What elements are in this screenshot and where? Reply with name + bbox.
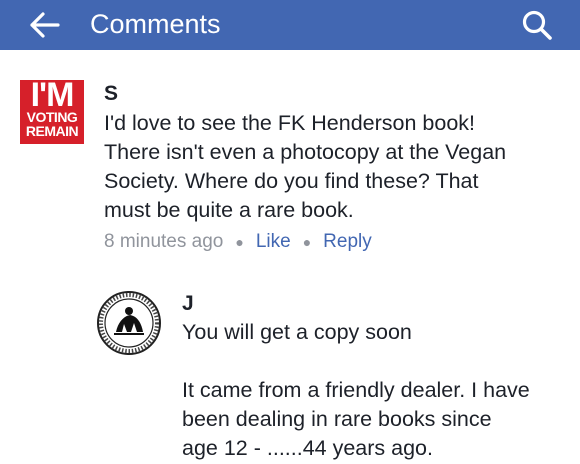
- separator-dot: ●: [302, 234, 312, 250]
- like-button[interactable]: Like: [256, 231, 291, 252]
- reply-button[interactable]: Reply: [323, 231, 372, 252]
- page-title: Comments: [90, 9, 221, 39]
- comment-text: I'd love to see the FK Henderson book! T…: [104, 111, 507, 222]
- comment-text: You will get a copy soon It came from a …: [182, 320, 530, 460]
- separator-dot: ●: [235, 234, 244, 250]
- comment-actions: 8 minutes ago ● Like ● Reply: [104, 230, 372, 254]
- search-icon: [522, 10, 552, 40]
- search-button[interactable]: [520, 8, 554, 42]
- app-bar: Comments: [0, 0, 580, 50]
- avatar[interactable]: [96, 290, 162, 356]
- comment-timestamp: 8 minutes ago: [104, 231, 224, 253]
- arrow-left-icon: [30, 12, 60, 38]
- round-seal-logo: [97, 291, 161, 355]
- avatar-text-line3: REMAIN: [25, 123, 79, 139]
- avatar-text-line2: VOTING: [26, 109, 78, 125]
- avatar-text-line1: I'M: [30, 80, 75, 114]
- avatar[interactable]: I'M VOTING REMAIN: [20, 80, 84, 144]
- back-button[interactable]: [28, 10, 62, 40]
- comment-author[interactable]: S: [104, 82, 118, 106]
- comment-author[interactable]: J: [182, 292, 194, 316]
